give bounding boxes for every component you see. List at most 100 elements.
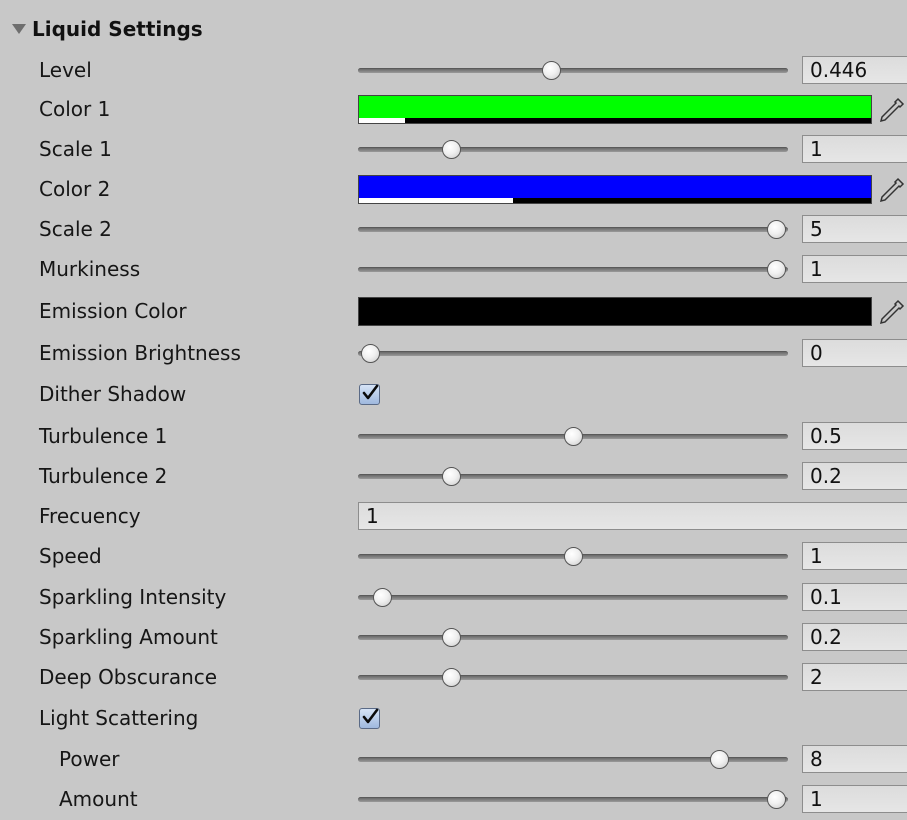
level-label: Level (39, 58, 92, 82)
section-header[interactable]: Liquid Settings (0, 10, 203, 48)
checkmark-icon (362, 708, 379, 724)
slider-track[interactable] (358, 635, 788, 640)
scale2-label: Scale 2 (39, 217, 112, 241)
sparkling-amount-field[interactable]: 0.2 (802, 623, 907, 651)
alpha-bar (359, 320, 871, 325)
frecuency-field[interactable]: 1 (358, 502, 907, 530)
color-swatch (359, 298, 871, 320)
level-field[interactable]: 0.446 (802, 56, 907, 84)
checkmark-icon (362, 384, 379, 400)
slider-track[interactable] (358, 595, 788, 600)
slider-thumb[interactable] (373, 588, 393, 607)
slider-thumb[interactable] (710, 750, 730, 769)
row-frecuency: Frecuency 1 (0, 497, 907, 535)
amount-slider[interactable] (358, 780, 788, 818)
alpha-bar (359, 198, 871, 203)
sparkling-intensity-slider[interactable] (358, 578, 788, 616)
murkiness-slider[interactable] (358, 250, 788, 288)
alpha-bar (359, 118, 871, 123)
color1-field[interactable] (358, 95, 872, 124)
slider-track[interactable] (358, 675, 788, 680)
slider-thumb[interactable] (442, 467, 462, 486)
amount-field[interactable]: 1 (802, 785, 907, 813)
row-color1: Color 1 (0, 90, 907, 128)
slider-thumb[interactable] (767, 220, 786, 239)
row-turbulence2: Turbulence 2 0.2 (0, 457, 907, 495)
slider-thumb[interactable] (564, 427, 583, 446)
row-level: Level 0.446 (0, 51, 907, 89)
power-label: Power (59, 747, 120, 771)
slider-thumb[interactable] (442, 668, 462, 687)
turbulence1-slider[interactable] (358, 417, 788, 455)
slider-thumb[interactable] (564, 547, 583, 566)
turbulence2-label: Turbulence 2 (39, 464, 168, 488)
turbulence1-field[interactable]: 0.5 (802, 422, 907, 450)
deep-obscurance-slider[interactable] (358, 658, 788, 696)
foldout-triangle-icon[interactable] (12, 24, 26, 34)
slider-thumb[interactable] (442, 628, 462, 647)
scale1-field[interactable]: 1 (802, 135, 907, 163)
eyedropper-icon[interactable] (876, 97, 906, 123)
row-speed: Speed 1 (0, 537, 907, 575)
turbulence2-field[interactable]: 0.2 (802, 462, 907, 490)
scale1-slider[interactable] (358, 130, 788, 168)
row-deep-obscurance: Deep Obscurance 2 (0, 658, 907, 696)
row-amount: Amount 1 (0, 780, 907, 818)
eyedropper-icon[interactable] (876, 177, 906, 203)
color2-label: Color 2 (39, 177, 111, 201)
murkiness-label: Murkiness (39, 257, 141, 281)
turbulence2-slider[interactable] (358, 457, 788, 495)
speed-slider[interactable] (358, 537, 788, 575)
slider-track[interactable] (358, 68, 788, 73)
color1-label: Color 1 (39, 97, 111, 121)
slider-track[interactable] (358, 351, 788, 356)
power-slider[interactable] (358, 740, 788, 778)
row-color2: Color 2 (0, 170, 907, 208)
alpha-fill (359, 118, 406, 123)
light-scattering-checkbox[interactable] (359, 708, 380, 729)
amount-label: Amount (59, 787, 138, 811)
slider-thumb[interactable] (542, 61, 562, 80)
slider-track[interactable] (358, 797, 788, 802)
turbulence1-label: Turbulence 1 (39, 424, 168, 448)
section-title: Liquid Settings (32, 17, 203, 41)
slider-track[interactable] (358, 267, 788, 272)
row-emission-brightness: Emission Brightness 0 (0, 334, 907, 372)
level-slider[interactable] (358, 51, 788, 89)
slider-thumb[interactable] (442, 140, 462, 159)
sparkling-amount-label: Sparkling Amount (39, 625, 218, 649)
slider-track[interactable] (358, 474, 788, 479)
deep-obscurance-field[interactable]: 2 (802, 663, 907, 691)
row-scale1: Scale 1 1 (0, 130, 907, 168)
row-scale2: Scale 2 5 (0, 210, 907, 248)
dither-shadow-label: Dither Shadow (39, 382, 187, 406)
scale2-field[interactable]: 5 (802, 215, 907, 243)
emission-brightness-slider[interactable] (358, 334, 788, 372)
row-sparkling-intensity: Sparkling Intensity 0.1 (0, 578, 907, 616)
scale2-slider[interactable] (358, 210, 788, 248)
emission-color-field[interactable] (358, 297, 872, 326)
light-scattering-label: Light Scattering (39, 706, 199, 730)
color-swatch (359, 96, 871, 118)
speed-field[interactable]: 1 (802, 542, 907, 570)
speed-label: Speed (39, 544, 102, 568)
slider-track[interactable] (358, 147, 788, 152)
emission-brightness-label: Emission Brightness (39, 341, 241, 365)
eyedropper-icon[interactable] (876, 299, 906, 325)
row-murkiness: Murkiness 1 (0, 250, 907, 288)
slider-thumb[interactable] (361, 344, 380, 363)
sparkling-intensity-field[interactable]: 0.1 (802, 583, 907, 611)
alpha-fill (359, 198, 513, 203)
slider-thumb[interactable] (767, 790, 786, 809)
murkiness-field[interactable]: 1 (802, 255, 907, 283)
power-field[interactable]: 8 (802, 745, 907, 773)
row-emission-color: Emission Color (0, 292, 907, 330)
row-sparkling-amount: Sparkling Amount 0.2 (0, 618, 907, 656)
color2-field[interactable] (358, 175, 872, 204)
emission-brightness-field[interactable]: 0 (802, 339, 907, 367)
scale1-label: Scale 1 (39, 137, 112, 161)
sparkling-amount-slider[interactable] (358, 618, 788, 656)
slider-thumb[interactable] (767, 260, 786, 279)
slider-track[interactable] (358, 227, 788, 232)
dither-shadow-checkbox[interactable] (359, 384, 380, 405)
